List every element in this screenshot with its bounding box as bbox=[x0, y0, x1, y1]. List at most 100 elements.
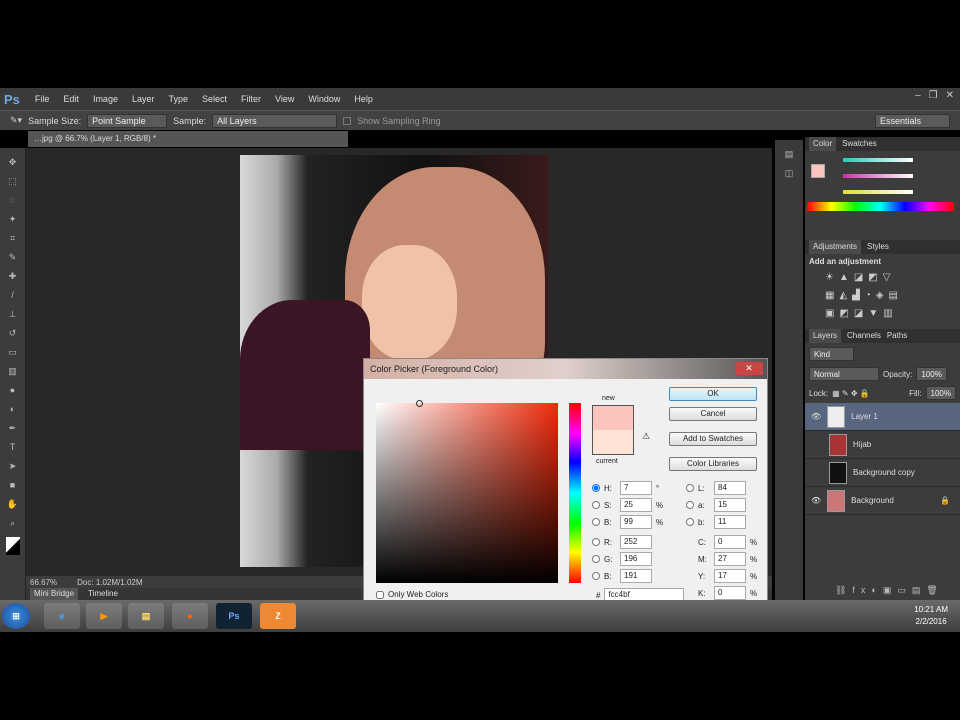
radio-saturation[interactable] bbox=[592, 501, 600, 509]
zoom-tool-icon[interactable]: ⌕ bbox=[6, 518, 20, 528]
menu-filter[interactable]: Filter bbox=[234, 94, 268, 104]
lock-icons[interactable]: ▦ ✎ ✥ 🔒 bbox=[832, 389, 870, 398]
radio-blue[interactable] bbox=[592, 572, 600, 580]
hue-slider[interactable] bbox=[569, 403, 581, 583]
red-field[interactable]: 252 bbox=[620, 535, 652, 549]
shape-tool-icon[interactable]: ■ bbox=[6, 480, 20, 490]
tab-color[interactable]: Color bbox=[809, 137, 837, 151]
blur-tool-icon[interactable]: ● bbox=[6, 385, 20, 395]
layer-row[interactable]: 👁 Background 🔒 bbox=[805, 487, 960, 515]
menu-file[interactable]: File bbox=[28, 94, 57, 104]
dodge-tool-icon[interactable]: ◐ bbox=[6, 404, 20, 414]
dialog-close-button[interactable]: ✕ bbox=[735, 362, 763, 375]
history-brush-icon[interactable]: ↺ bbox=[6, 328, 20, 338]
lasso-tool-icon[interactable]: ◌ bbox=[6, 195, 20, 205]
properties-panel-icon[interactable]: ◫ bbox=[782, 168, 796, 178]
hue-field[interactable]: 7 bbox=[620, 481, 652, 495]
sampling-ring-checkbox[interactable] bbox=[343, 116, 352, 125]
tab-timeline[interactable]: Timeline bbox=[84, 588, 122, 600]
tab-swatches[interactable]: Swatches bbox=[842, 137, 877, 151]
visibility-eye-icon[interactable]: 👁 bbox=[811, 412, 821, 421]
quick-select-tool-icon[interactable]: ✦ bbox=[6, 214, 20, 224]
radio-hue[interactable] bbox=[592, 484, 600, 492]
brush-tool-icon[interactable]: / bbox=[6, 290, 20, 300]
color-picker-cursor[interactable] bbox=[416, 400, 423, 407]
lab-a-field[interactable]: 15 bbox=[714, 498, 746, 512]
menu-type[interactable]: Type bbox=[161, 94, 195, 104]
layer-row[interactable]: 👁 Layer 1 bbox=[805, 403, 960, 431]
radio-brightness[interactable] bbox=[592, 518, 600, 526]
layer-name[interactable]: Background bbox=[851, 496, 894, 505]
pen-tool-icon[interactable]: ✒ bbox=[6, 423, 20, 433]
path-select-icon[interactable]: ➤ bbox=[6, 461, 20, 471]
layer-row[interactable]: Background copy bbox=[805, 459, 960, 487]
eyedropper-icon[interactable]: ✎▾ bbox=[10, 115, 22, 126]
eraser-tool-icon[interactable]: ▭ bbox=[6, 347, 20, 357]
document-tab[interactable]: …jpg @ 66.7% (Layer 1, RGB/8) * bbox=[28, 131, 348, 147]
ie-icon[interactable]: e bbox=[44, 603, 80, 629]
black-field[interactable]: 0 bbox=[714, 586, 746, 600]
close-button[interactable]: ✕ bbox=[946, 90, 954, 101]
history-panel-icon[interactable]: ▤ bbox=[782, 149, 796, 159]
sample-size-select[interactable]: Point Sample bbox=[87, 113, 168, 128]
saturation-brightness-field[interactable] bbox=[376, 400, 558, 583]
layer-name[interactable]: Hijab bbox=[853, 440, 871, 449]
ok-button[interactable]: OK bbox=[669, 387, 757, 401]
saturation-field[interactable]: 25 bbox=[620, 498, 652, 512]
menu-help[interactable]: Help bbox=[347, 94, 380, 104]
color-swatches-icon[interactable] bbox=[5, 537, 20, 555]
yellow-field[interactable]: 17 bbox=[714, 569, 746, 583]
eyedropper-tool-icon[interactable]: ✎ bbox=[6, 252, 20, 262]
radio-lab-b[interactable] bbox=[686, 518, 694, 526]
tab-mini-bridge[interactable]: Mini Bridge bbox=[30, 588, 79, 600]
type-tool-icon[interactable]: T bbox=[6, 442, 20, 452]
foreground-swatch[interactable] bbox=[811, 164, 825, 178]
cyan-field[interactable]: 0 bbox=[714, 535, 746, 549]
blue-slider[interactable] bbox=[843, 190, 913, 194]
opacity-field[interactable]: 100% bbox=[916, 367, 947, 381]
system-clock[interactable]: 10:21 AM 2/2/2016 bbox=[914, 604, 948, 628]
lab-l-field[interactable]: 84 bbox=[714, 481, 746, 495]
green-slider[interactable] bbox=[843, 174, 913, 178]
green-field[interactable]: 196 bbox=[620, 552, 652, 566]
web-colors-checkbox[interactable] bbox=[376, 590, 384, 599]
photoshop-taskbar-icon[interactable]: Ps bbox=[216, 603, 252, 629]
app-icon[interactable]: ● bbox=[172, 603, 208, 629]
adjustment-icons[interactable]: ☀▲◪◩▽ ▦◭▟◔◈▤ ▣◩◪▼▥ bbox=[805, 269, 960, 323]
radio-green[interactable] bbox=[592, 555, 600, 563]
zoom-level[interactable]: 66.67% bbox=[30, 578, 57, 587]
workspace-select[interactable]: Essentials bbox=[875, 113, 950, 128]
visibility-eye-icon[interactable]: 👁 bbox=[811, 496, 821, 505]
radio-lab-a[interactable] bbox=[686, 501, 694, 509]
move-tool-icon[interactable]: ✥ bbox=[6, 157, 20, 167]
restore-button[interactable]: ❐ bbox=[929, 90, 938, 101]
color-ramp[interactable] bbox=[807, 202, 954, 211]
start-button[interactable]: ⊞ bbox=[2, 603, 30, 629]
stamp-tool-icon[interactable]: ⊥ bbox=[6, 309, 20, 319]
minimize-button[interactable]: – bbox=[915, 90, 921, 101]
menu-edit[interactable]: Edit bbox=[56, 94, 86, 104]
color-libraries-button[interactable]: Color Libraries bbox=[669, 457, 757, 471]
gradient-tool-icon[interactable]: ▥ bbox=[6, 366, 20, 376]
lab-b-field[interactable]: 11 bbox=[714, 515, 746, 529]
media-player-icon[interactable]: ▶ bbox=[86, 603, 122, 629]
radio-red[interactable] bbox=[592, 538, 600, 546]
blue-field[interactable]: 191 bbox=[620, 569, 652, 583]
fill-field[interactable]: 100% bbox=[925, 386, 956, 400]
tab-styles[interactable]: Styles bbox=[867, 240, 889, 254]
radio-lab-l[interactable] bbox=[686, 484, 694, 492]
menu-image[interactable]: Image bbox=[86, 94, 125, 104]
marquee-tool-icon[interactable]: ⬚ bbox=[6, 176, 20, 186]
layer-kind-filter[interactable]: Kind bbox=[809, 347, 854, 361]
sample-select[interactable]: All Layers bbox=[212, 113, 338, 128]
explorer-icon[interactable]: ▤ bbox=[128, 603, 164, 629]
healing-tool-icon[interactable]: ✚ bbox=[6, 271, 20, 281]
tab-channels[interactable]: Channels bbox=[847, 329, 881, 343]
layer-footer-icons[interactable]: ⛓fx◐▣▭▤🗑 bbox=[835, 585, 944, 596]
menu-window[interactable]: Window bbox=[301, 94, 347, 104]
add-to-swatches-button[interactable]: Add to Swatches bbox=[669, 432, 757, 446]
tab-paths[interactable]: Paths bbox=[887, 329, 907, 343]
brightness-field[interactable]: 99 bbox=[620, 515, 652, 529]
tab-adjustments[interactable]: Adjustments bbox=[809, 240, 862, 254]
layer-name[interactable]: Layer 1 bbox=[851, 412, 878, 421]
